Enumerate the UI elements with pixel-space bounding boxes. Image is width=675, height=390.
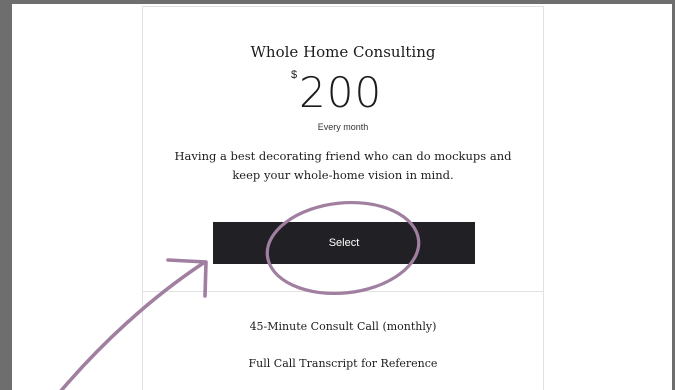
plan-title: Whole Home Consulting — [250, 43, 436, 61]
window-frame-top — [0, 0, 675, 4]
divider — [143, 291, 543, 292]
feature-item-consult-call: 45-Minute Consult Call (monthly) — [249, 320, 437, 333]
feature-item-call-transcript: Full Call Transcript for Reference — [248, 357, 438, 370]
pricing-card: Whole Home Consulting $ 200 Every month … — [142, 6, 544, 390]
screenshot-stage: Whole Home Consulting $ 200 Every month … — [0, 0, 675, 390]
select-button[interactable]: Select — [213, 222, 475, 264]
price-amount: 200 — [299, 68, 383, 117]
plan-description: Having a best decorating friend who can … — [174, 149, 512, 182]
price-period: Every month — [317, 122, 369, 132]
window-frame-left — [0, 0, 12, 390]
price-currency: $ — [291, 69, 298, 81]
